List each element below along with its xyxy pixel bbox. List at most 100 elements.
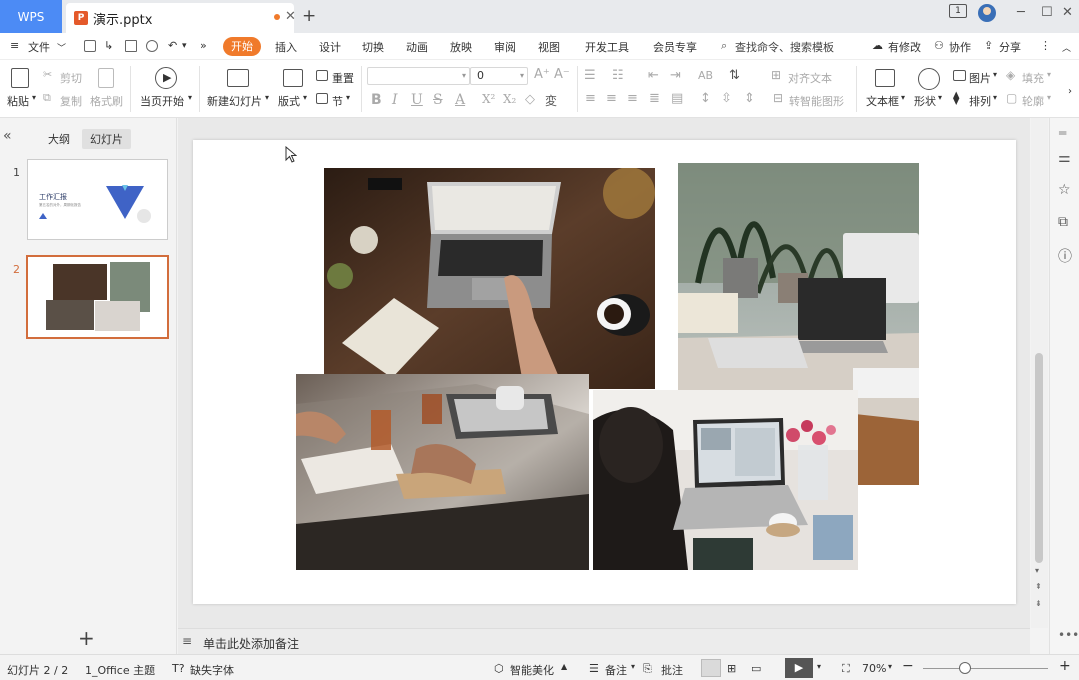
hamburger-icon[interactable]: ≡	[10, 39, 19, 52]
collaborate-icon[interactable]: ⚇	[934, 39, 944, 52]
zoom-level[interactable]: 70%	[862, 662, 886, 675]
align-text-button[interactable]: 对齐文本	[788, 70, 832, 86]
subscript-icon[interactable]: X₂	[503, 92, 516, 106]
layout-dropdown-icon[interactable]: ▾	[303, 93, 307, 102]
new-tab-plus-icon[interactable]: +	[302, 6, 316, 26]
file-menu[interactable]: 文件	[28, 39, 50, 55]
photo-team-meeting[interactable]	[296, 374, 589, 570]
decrease-font-icon[interactable]: A⁻	[554, 67, 570, 82]
smart-graphic-button[interactable]: 转智能图形	[789, 93, 844, 109]
share-icon[interactable]: ⇪	[984, 39, 993, 52]
normal-view-icon[interactable]	[701, 659, 721, 677]
cloud-sync-icon[interactable]: ☁	[872, 39, 883, 52]
reading-view-icon[interactable]: ▭	[751, 662, 761, 675]
missing-font-button[interactable]: 缺失字体	[190, 662, 234, 678]
font-size-select[interactable]: 0 ▾	[470, 67, 528, 85]
smart-beautify-button[interactable]: 智能美化	[510, 662, 554, 678]
zoom-dropdown-icon[interactable]: ▾	[888, 662, 892, 671]
more-commands-icon[interactable]: »	[200, 39, 207, 52]
notes-bar[interactable]: ≡ 单击此处添加备注	[178, 628, 1030, 654]
help-icon[interactable]: ⓘ	[1058, 246, 1072, 266]
numbered-list-icon[interactable]: ☷	[612, 68, 624, 83]
has-changes-button[interactable]: 有修改	[888, 39, 921, 55]
missing-font-icon[interactable]: T?	[172, 662, 185, 675]
tab-animation[interactable]: 动画	[406, 39, 428, 55]
new-slide-dropdown-icon[interactable]: ▾	[265, 93, 269, 102]
font-family-select[interactable]: ▾	[367, 67, 470, 85]
play-slideshow-icon[interactable]: ▶	[785, 658, 813, 678]
bold-icon[interactable]: B	[371, 92, 382, 108]
photo-woman-laptop[interactable]	[593, 390, 858, 570]
section-icon[interactable]	[316, 93, 328, 104]
slide-sorter-icon[interactable]: ⊞	[727, 662, 736, 675]
layout-icon[interactable]	[283, 69, 303, 87]
textbox-dropdown-icon[interactable]: ▾	[901, 93, 905, 102]
outline-icon[interactable]: ▢	[1006, 91, 1017, 105]
export-icon[interactable]: ↳	[104, 39, 113, 52]
print-preview-icon[interactable]	[146, 40, 158, 52]
bullet-list-icon[interactable]: ☰	[584, 68, 596, 83]
increase-indent-icon[interactable]: ⇥	[670, 68, 681, 83]
play-dropdown-icon[interactable]: ▾	[817, 662, 821, 671]
shape-dropdown-icon[interactable]: ▾	[938, 93, 942, 102]
tab-view[interactable]: 视图	[538, 39, 560, 55]
tab-home[interactable]: 开始	[223, 37, 261, 56]
smart-beautify-icon[interactable]: ⬡	[494, 662, 504, 675]
favorite-star-icon[interactable]: ☆	[1058, 182, 1071, 198]
textbox-icon[interactable]	[875, 69, 895, 87]
notes-toggle-button[interactable]: 备注	[605, 662, 627, 678]
beautify-expand-icon[interactable]: ▲	[561, 662, 567, 671]
tab-slideshow[interactable]: 放映	[450, 39, 472, 55]
text-direction-icon[interactable]: AB	[698, 69, 713, 82]
photo-laptop-desk[interactable]	[324, 168, 655, 389]
outline-dropdown-icon[interactable]: ▾	[1047, 93, 1051, 102]
comment-icon[interactable]: ⎘	[643, 662, 652, 676]
section-button[interactable]: 节	[332, 93, 343, 109]
collapse-ribbon-icon[interactable]: ︿	[1062, 41, 1071, 54]
zoom-slider-thumb[interactable]	[959, 662, 971, 674]
clear-format-icon[interactable]: ◇	[525, 92, 535, 107]
fill-icon[interactable]: ◈	[1006, 68, 1015, 82]
sort-icon[interactable]: ⇅	[729, 68, 740, 83]
save-icon[interactable]	[84, 40, 96, 52]
picture-dropdown-icon[interactable]: ▾	[993, 70, 997, 79]
copy-button[interactable]: 复制	[60, 93, 82, 109]
distribute-icon[interactable]: ▤	[671, 91, 683, 106]
command-search-input[interactable]: 查找命令、搜索模板	[735, 39, 834, 55]
fill-button[interactable]: 填充	[1022, 70, 1044, 86]
fit-window-icon[interactable]: ⛶	[842, 662, 850, 676]
zoom-out-icon[interactable]: −	[902, 658, 914, 674]
window-layout-icon[interactable]: 1	[949, 4, 967, 18]
new-slide-icon[interactable]	[227, 69, 249, 87]
print-icon[interactable]	[125, 40, 137, 52]
tab-developer[interactable]: 开发工具	[585, 39, 629, 55]
theme-name[interactable]: 1_Office 主题	[85, 662, 155, 678]
document-tab[interactable]: P 演示.pptx ✕	[66, 3, 296, 33]
fill-dropdown-icon[interactable]: ▾	[1047, 70, 1051, 79]
decrease-indent-icon[interactable]: ⇤	[648, 68, 659, 83]
underline-icon[interactable]: U	[411, 92, 423, 108]
add-slide-plus-icon[interactable]: +	[78, 626, 95, 650]
new-slide-button[interactable]: 新建幻灯片	[207, 93, 262, 109]
align-left-icon[interactable]: ≡	[585, 91, 596, 106]
more-pane-options-icon[interactable]: •••	[1058, 628, 1079, 642]
tab-transition[interactable]: 切换	[362, 39, 384, 55]
zoom-in-icon[interactable]: +	[1059, 658, 1071, 674]
scroll-down-icon[interactable]: ▾	[1035, 566, 1039, 575]
increase-font-icon[interactable]: A⁺	[534, 67, 550, 82]
minimize-icon[interactable]: ─	[1017, 5, 1025, 20]
zoom-slider-track[interactable]	[923, 668, 1048, 669]
picture-icon[interactable]	[953, 70, 966, 81]
pane-handle-icon[interactable]: ═	[1059, 126, 1066, 140]
slide-transfer-icon[interactable]: ⧉	[1058, 214, 1068, 230]
cut-button[interactable]: 剪切	[60, 70, 82, 86]
close-window-icon[interactable]: ✕	[1062, 5, 1073, 20]
close-tab-icon[interactable]: ✕	[285, 9, 296, 24]
comments-button[interactable]: 批注	[661, 662, 683, 678]
shape-button[interactable]: 形状	[914, 93, 936, 109]
notes-dropdown-icon[interactable]: ▾	[631, 662, 635, 671]
arrange-dropdown-icon[interactable]: ▾	[993, 93, 997, 102]
arrange-button[interactable]: 排列	[969, 93, 991, 109]
undo-dropdown-icon[interactable]: ▾	[182, 41, 187, 51]
copy-icon[interactable]: ⧉	[43, 91, 51, 105]
